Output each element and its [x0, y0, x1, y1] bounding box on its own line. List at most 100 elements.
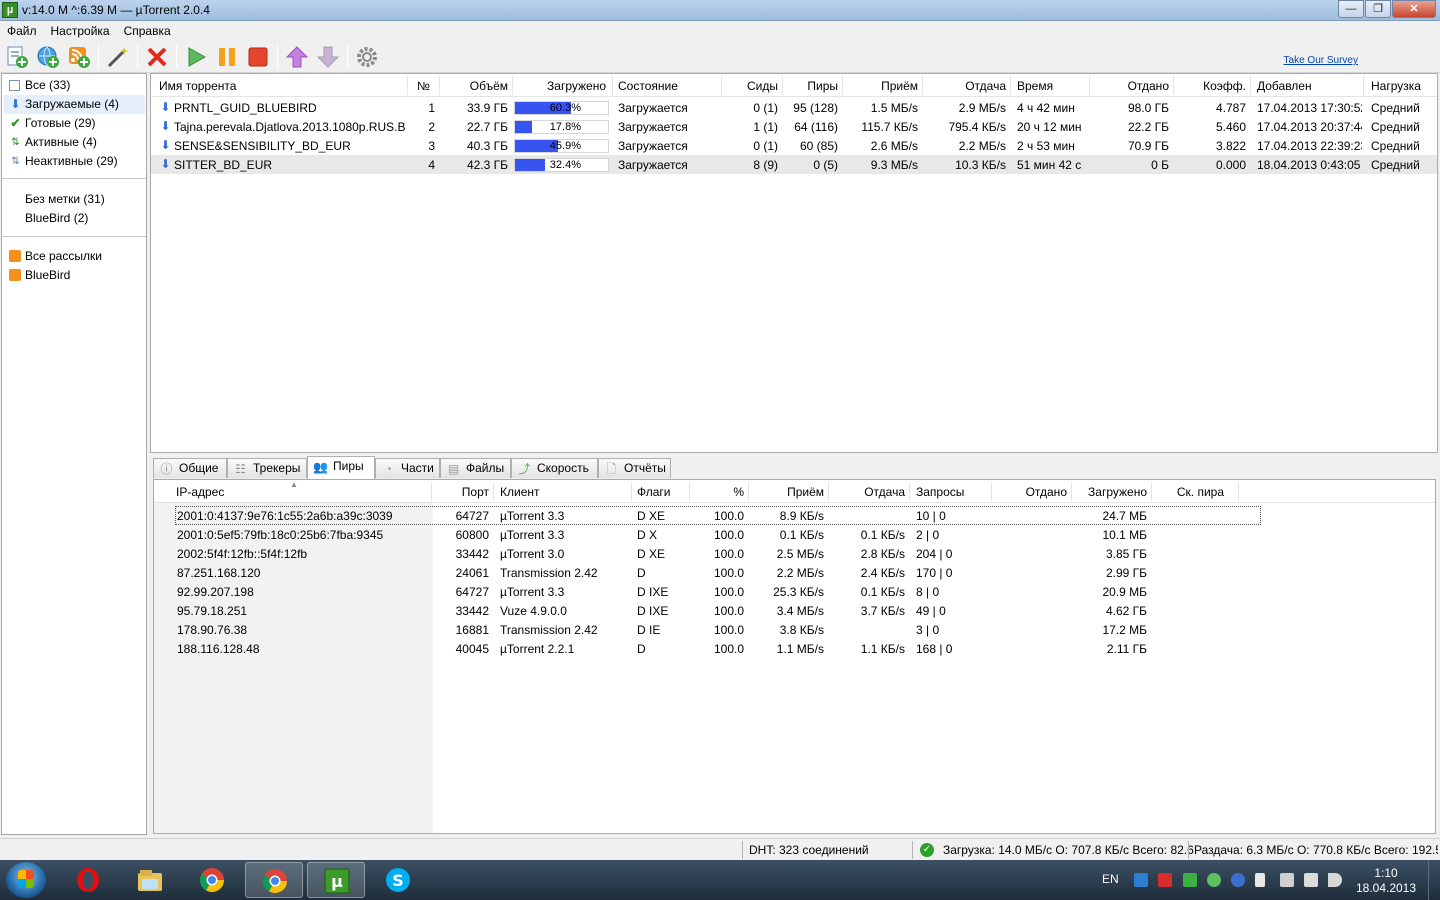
tab-pieces[interactable]: ◔ Части [375, 458, 440, 478]
column-percent[interactable]: % [691, 485, 744, 499]
peer-row[interactable]: 95.79.18.251 33442 Vuze 4.9.0.0 D IXE 100.0 3… [154, 601, 1435, 620]
peer-row[interactable]: 2001:0:5ef5:79fb:18c0:25b6:7fba:9345 6080… [154, 525, 1435, 544]
remove-icon[interactable] [145, 45, 169, 69]
menu-options[interactable]: Настройка [44, 22, 117, 41]
sidebar-item-no-label[interactable]: Без метки (31) [7, 190, 105, 209]
download-status[interactable]: Загрузка: 14.0 МБ/с О: 707.8 КБ/с Всего:… [943, 843, 1194, 857]
peer-row[interactable]: 188.116.128.48 40045 µTorrent 2.2.1 D 100.0 1… [154, 639, 1435, 658]
sidebar-item-active[interactable]: ⇅ Активные (4) [7, 133, 97, 152]
taskbar-chrome-2[interactable] [245, 862, 303, 898]
column-done[interactable]: Загружено [514, 79, 606, 93]
utorrent-app-icon[interactable]: µ [2, 2, 18, 18]
show-desktop-button[interactable] [1428, 860, 1440, 900]
maximize-button[interactable]: ❐ [1365, 0, 1391, 18]
peer-row[interactable]: 178.90.76.38 16881 Transmission 2.42 D IE 10… [154, 620, 1435, 639]
column-uploaded[interactable]: Отдано [1091, 79, 1169, 93]
sidebar-item-inactive[interactable]: ⇅ Неактивные (29) [7, 152, 117, 171]
volume-icon[interactable] [1328, 873, 1342, 887]
taskbar-skype[interactable]: S [369, 862, 427, 898]
column-client[interactable]: Клиент [500, 485, 540, 499]
minimize-button[interactable]: — [1338, 0, 1364, 18]
tab-files[interactable]: ▤ Файлы [440, 458, 511, 478]
taskbar-utorrent[interactable]: µ [307, 862, 365, 898]
add-url-icon[interactable] [36, 45, 60, 69]
tray-utorrent-icon[interactable] [1183, 873, 1197, 887]
tab-speed[interactable]: ⤴ Скорость [511, 458, 598, 478]
torrent-row[interactable]: ⬇ SITTER_BD_EUR 32.4% 4 42.3 ГБ Загружается 8 … [151, 155, 1437, 174]
column-status[interactable]: Состояние [618, 79, 678, 93]
menu-help[interactable]: Справка [117, 22, 178, 41]
start-button[interactable] [6, 862, 46, 898]
survey-link[interactable]: Take Our Survey [1284, 55, 1358, 66]
taskbar-explorer[interactable] [121, 862, 179, 898]
bluetooth-icon[interactable] [1231, 873, 1245, 887]
column-requests[interactable]: Запросы [916, 485, 964, 499]
taskbar-clock[interactable]: 1:10 18.04.2013 [1355, 866, 1417, 896]
column-peer-up[interactable]: Отдача [830, 485, 905, 499]
power-icon[interactable] [1280, 873, 1294, 887]
peer-row[interactable]: 2001:0:4137:9e76:1c55:2a6b:a39c:3039 6472… [154, 506, 1435, 525]
peer-row[interactable]: 2002:5f4f:12fb::5f4f:12fb 33442 µTorrent 3… [154, 544, 1435, 563]
column-ratio[interactable]: Коэфф. [1175, 79, 1246, 93]
torrent-availability: Средний [1371, 158, 1420, 172]
column-name[interactable]: Имя торрента [159, 79, 236, 93]
column-peers[interactable]: Пиры [784, 79, 838, 93]
language-indicator[interactable]: EN [1102, 872, 1119, 900]
sidebar-item-all[interactable]: Все (33) [7, 76, 70, 95]
peer-ip: 92.99.207.198 [177, 585, 254, 599]
close-button[interactable]: ✕ [1392, 0, 1436, 18]
create-torrent-icon[interactable] [106, 45, 130, 69]
torrent-row[interactable]: ⬇ SENSE&SENSIBILITY_BD_EUR 45.9% 3 40.3 ГБ За… [151, 136, 1437, 155]
add-torrent-icon[interactable] [5, 45, 29, 69]
column-availability[interactable]: Нагрузка [1371, 79, 1421, 93]
pause-icon[interactable] [215, 45, 239, 69]
tray-update-icon[interactable] [1207, 873, 1221, 887]
action-center-flag-icon[interactable] [1255, 873, 1265, 887]
column-number[interactable]: № [417, 79, 435, 93]
stop-icon[interactable] [246, 45, 270, 69]
column-size[interactable]: Объём [441, 79, 508, 93]
column-up-speed[interactable]: Отдача [924, 79, 1006, 93]
menu-file[interactable]: Файл [0, 22, 44, 41]
column-seeds[interactable]: Сиды [723, 79, 778, 93]
column-added[interactable]: Добавлен [1257, 79, 1312, 93]
tab-general[interactable]: ⓘ Общие [153, 458, 227, 478]
tab-peers[interactable]: 👥 Пиры [307, 456, 375, 479]
upload-status[interactable]: Раздача: 6.3 МБ/с О: 770.8 КБ/с Всего: 1… [1194, 843, 1438, 857]
column-port[interactable]: Порт [434, 485, 489, 499]
network-ok-icon[interactable]: ✓ [920, 843, 934, 857]
sidebar-item-all-feeds[interactable]: Все рассылки [7, 247, 102, 266]
column-ip[interactable]: IP-адрес [176, 485, 224, 499]
column-peer-down[interactable]: Приём [750, 485, 824, 499]
taskbar-chrome[interactable] [183, 862, 241, 898]
peer-down-speed: 2.5 МБ/s [776, 547, 824, 561]
column-peer-speed[interactable]: Ск. пира [1153, 485, 1224, 499]
torrent-row[interactable]: ⬇ Tajna.perevala.Djatlova.2013.1080p.RUS.… [151, 117, 1437, 136]
peer-row[interactable]: 87.251.168.120 24061 Transmission 2.42 D 100… [154, 563, 1435, 582]
peer-row[interactable]: 92.99.207.198 64727 µTorrent 3.3 D IXE 100.0… [154, 582, 1435, 601]
add-rss-icon[interactable] [67, 45, 91, 69]
column-flags[interactable]: Флаги [637, 485, 670, 499]
tab-trackers[interactable]: ☷ Трекеры [227, 458, 307, 478]
column-peer-downloaded[interactable]: Загружено [1073, 485, 1147, 499]
start-icon[interactable] [184, 45, 208, 69]
sidebar-item-completed[interactable]: ✔ Готовые (29) [7, 114, 95, 133]
taskbar-opera[interactable] [59, 862, 117, 898]
sidebar-item-feed-bluebird[interactable]: BlueBird [7, 266, 70, 285]
sidebar-item-label-bluebird[interactable]: BlueBird (2) [7, 209, 88, 228]
dht-status[interactable]: DHT: 323 соединений [749, 843, 869, 857]
column-peer-uploaded[interactable]: Отдано [993, 485, 1067, 499]
column-eta[interactable]: Время [1017, 79, 1053, 93]
move-up-icon[interactable] [285, 45, 309, 69]
tray-antivirus-icon[interactable] [1158, 873, 1172, 887]
torrent-peers: 60 (85) [799, 139, 838, 153]
torrent-up-speed: 10.3 КБ/s [955, 158, 1006, 172]
move-down-icon[interactable] [316, 45, 340, 69]
tab-logger[interactable]: 🗋 Отчёты [598, 458, 671, 478]
sidebar-item-downloading[interactable]: ⬇ Загружаемые (4) [4, 95, 145, 114]
column-down-speed[interactable]: Приём [844, 79, 918, 93]
tray-app-icon[interactable] [1134, 873, 1148, 887]
preferences-icon[interactable] [355, 45, 379, 69]
network-icon[interactable] [1304, 873, 1318, 887]
torrent-row[interactable]: ⬇ PRNTL_GUID_BLUEBIRD 60.3% 1 33.9 ГБ Загружа… [151, 98, 1437, 117]
